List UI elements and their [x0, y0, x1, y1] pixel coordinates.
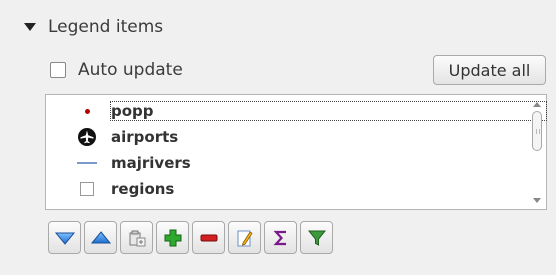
edit-icon [237, 230, 253, 246]
sigma-icon [272, 230, 286, 245]
legend-items-header[interactable]: Legend items [24, 14, 163, 40]
auto-update-label: Auto update [78, 60, 183, 80]
move-down-icon [54, 232, 75, 245]
count-button[interactable] [264, 221, 297, 254]
move-up-button[interactable] [84, 221, 117, 254]
remove-icon [200, 234, 217, 241]
scrollbar-thumb[interactable] [532, 111, 542, 151]
auto-update-checkbox[interactable] [50, 62, 66, 78]
add-button[interactable] [156, 221, 189, 254]
edit-button[interactable] [228, 221, 261, 254]
list-item-label: regions [111, 180, 175, 198]
scroll-down-icon[interactable] [531, 195, 543, 205]
move-up-icon [90, 230, 111, 243]
section-title: Legend items [48, 17, 164, 37]
auto-update-row[interactable]: Auto update [50, 58, 183, 82]
legend-items-list[interactable]: popp airports majrivers regions [45, 94, 547, 210]
point-symbol-icon [76, 101, 98, 121]
polygon-symbol-icon [76, 179, 98, 199]
scroll-up-icon[interactable] [531, 99, 543, 109]
filter-icon [307, 230, 326, 246]
remove-button[interactable] [192, 221, 225, 254]
move-down-button[interactable] [48, 221, 81, 254]
update-all-button[interactable]: Update all [433, 55, 546, 85]
filter-button[interactable] [300, 221, 333, 254]
airport-symbol-icon [76, 127, 98, 147]
line-symbol-icon [76, 153, 98, 173]
vertical-scrollbar[interactable] [531, 99, 543, 205]
list-item-label: airports [111, 128, 179, 146]
legend-toolbar [48, 221, 333, 254]
add-group-button[interactable] [120, 221, 153, 254]
list-item-label: majrivers [111, 154, 191, 172]
triangle-down-icon[interactable] [24, 23, 36, 31]
add-icon [164, 229, 181, 246]
add-group-icon [129, 230, 145, 246]
list-item-label: popp [110, 101, 547, 121]
